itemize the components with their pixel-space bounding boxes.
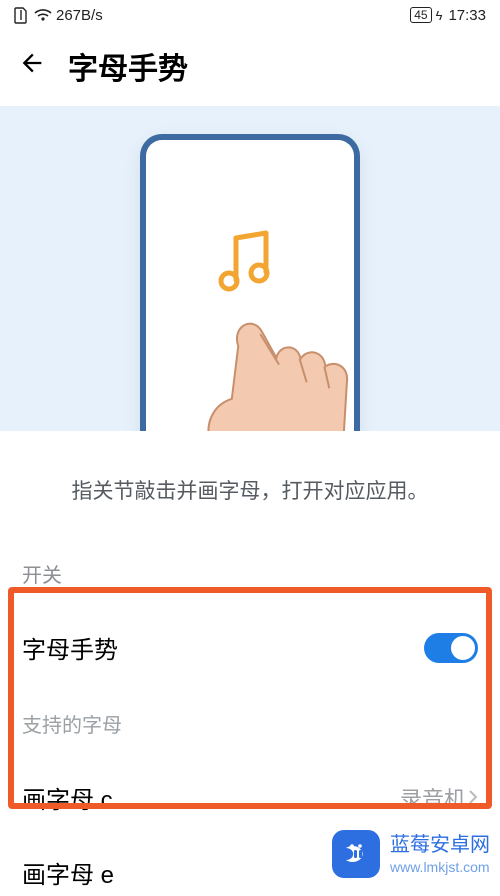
battery-icon: 45 (410, 7, 431, 23)
watermark: 蓝莓安卓网 www.lmkjst.com (332, 830, 490, 878)
page-title: 字母手势 (68, 44, 188, 88)
status-bar: 267B/s 45 ϟ 17:33 (0, 0, 500, 30)
back-button[interactable] (18, 49, 46, 83)
status-left: 267B/s (14, 6, 103, 24)
hero-illustration (0, 106, 500, 431)
row-label: 字母手势 (22, 630, 118, 665)
hand-icon (180, 296, 373, 431)
watermark-text: 蓝莓安卓网 www.lmkjst.com (390, 832, 490, 876)
status-right: 45 ϟ 17:33 (410, 7, 486, 24)
section-letters-label: 支持的字母 (0, 685, 500, 760)
hero-description: 指关节敲击并画字母，打开对应应用。 (0, 431, 500, 559)
row-letter-c[interactable]: 画字母 c 录音机 (0, 760, 500, 835)
music-note-icon (218, 230, 276, 305)
section-switch-label: 开关 (0, 559, 500, 610)
row-label: 画字母 e (22, 855, 114, 890)
net-speed: 267B/s (56, 7, 103, 24)
nav-bar: 字母手势 (0, 30, 500, 106)
row-label: 画字母 c (22, 780, 113, 815)
chevron-right-icon (468, 785, 478, 811)
watermark-logo-icon (332, 830, 380, 878)
wifi-icon (34, 8, 50, 22)
toggle-switch[interactable] (424, 633, 478, 663)
row-value: 录音机 (400, 782, 478, 814)
row-letter-gesture-toggle[interactable]: 字母手势 (0, 610, 500, 685)
charge-icon: ϟ (436, 8, 443, 23)
time: 17:33 (448, 7, 486, 24)
phone-frame-icon (140, 134, 360, 431)
sim-icon (14, 6, 28, 24)
